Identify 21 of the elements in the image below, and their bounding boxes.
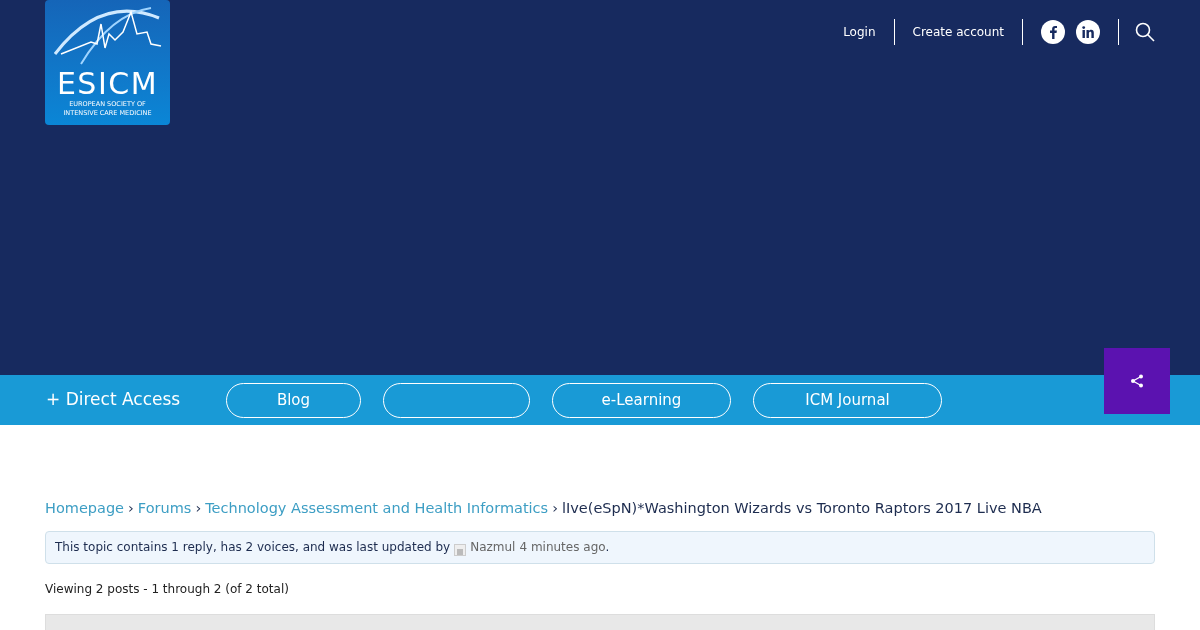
share-icon [1130,374,1144,388]
user-avatar-icon [454,544,467,557]
breadcrumb-link[interactable]: Forums [137,498,192,520]
direct-access-link[interactable]: + Direct Access [46,387,226,413]
user-link[interactable]: Nazmul [470,538,516,557]
topic-title: lIve(eSpN)*Washington Wizards vs Toronto Raptors 2017 Live NBA [561,499,1042,518]
logo-wordmark: ESICM [56,69,159,99]
facebook-icon[interactable] [1041,20,1065,44]
header-link[interactable]: Login [825,23,894,41]
breadcrumb-separator: › [551,499,559,518]
header-link[interactable]: Create account [894,23,1022,41]
breadcrumb-link[interactable]: Technology Assessment and Health Informatics [205,498,549,520]
breadcrumb-separator: › [127,499,135,518]
notice-period: . [605,539,610,557]
viewing-count: Viewing 2 posts - 1 through 2 (of 2 total) [45,580,290,598]
search-icon[interactable] [1135,22,1155,42]
notice-text: This topic contains 1 reply, has 2 voices, and was last updated by [55,539,451,557]
breadcrumb-link[interactable]: Homepage [45,498,125,520]
breadcrumb-separator: › [194,499,203,518]
linkedin-icon[interactable] [1076,20,1100,44]
time-link[interactable]: 4 minutes ago [519,538,606,557]
